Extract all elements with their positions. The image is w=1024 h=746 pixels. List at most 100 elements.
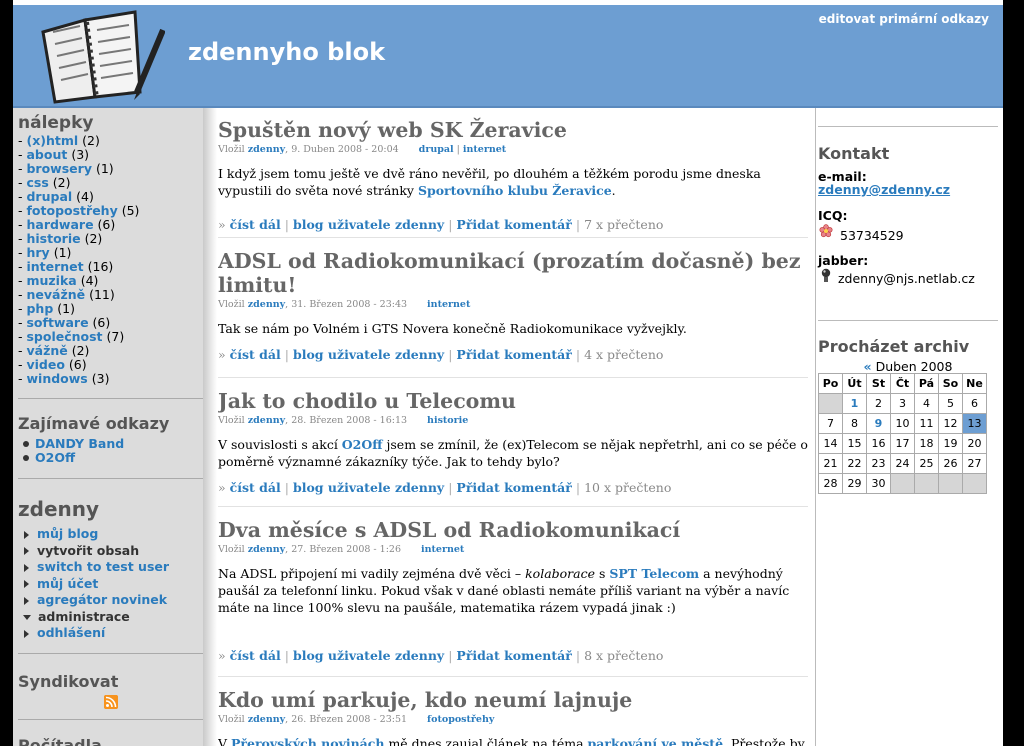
tag-link[interactable]: fotopostřehy bbox=[26, 203, 117, 218]
calendar-prev-month[interactable]: « bbox=[864, 359, 872, 374]
tag-link[interactable]: hardware bbox=[26, 217, 93, 232]
add-comment-link[interactable]: Přidat komentář bbox=[456, 347, 571, 362]
post-tag[interactable]: drupal bbox=[419, 144, 454, 155]
post-author[interactable]: zdenny bbox=[248, 144, 285, 155]
calendar-day: 1 bbox=[842, 393, 867, 414]
post-title[interactable]: Jak to chodilo u Telecomu bbox=[218, 389, 808, 413]
calendar-day-link[interactable]: 9 bbox=[875, 417, 883, 430]
calendar-weekday: So bbox=[938, 373, 963, 394]
read-more-link[interactable]: číst dál bbox=[230, 480, 281, 495]
menu-item-create-content[interactable]: vytvořit obsah bbox=[37, 543, 139, 558]
rss-feed-icon[interactable] bbox=[104, 695, 118, 709]
menu-item-logout[interactable]: odhlášení bbox=[37, 625, 105, 640]
read-more-link[interactable]: číst dál bbox=[230, 648, 281, 663]
add-comment-link[interactable]: Přidat komentář bbox=[456, 217, 571, 232]
icq-label: ICQ: bbox=[818, 208, 848, 223]
user-blog-link[interactable]: blog uživatele zdenny bbox=[293, 217, 444, 232]
tag-link[interactable]: historie bbox=[26, 231, 80, 246]
tag-link[interactable]: společnost bbox=[26, 329, 102, 344]
tag-link[interactable]: muzika bbox=[26, 273, 76, 288]
menu-item-my-account[interactable]: můj účet bbox=[37, 576, 98, 591]
post-tag[interactable]: internet bbox=[427, 299, 470, 310]
tag-item: - (x)html (2) bbox=[18, 133, 100, 148]
post-tag[interactable]: internet bbox=[463, 144, 506, 155]
add-comment-link[interactable]: Přidat komentář bbox=[456, 648, 571, 663]
calendar-day: 3 bbox=[890, 393, 915, 414]
post-title[interactable]: Kdo umí parkuje, kdo neumí lajnuje bbox=[218, 688, 808, 712]
right-sidebar: Kontakt e-mail: zdenny@zdenny.cz ICQ: 53… bbox=[818, 108, 1003, 746]
link-dandy-band[interactable]: DANDY Band bbox=[35, 436, 124, 451]
post-link[interactable]: SPT Telecom bbox=[609, 566, 699, 581]
user-blog-link[interactable]: blog uživatele zdenny bbox=[293, 347, 444, 362]
post-links: » číst dál | blog uživatele zdenny | Přidat … bbox=[218, 217, 664, 232]
read-more-link[interactable]: číst dál bbox=[230, 217, 281, 232]
site-name[interactable]: zdennyho blok bbox=[188, 38, 385, 66]
tag-item: - historie (2) bbox=[18, 231, 103, 246]
tag-link[interactable]: video bbox=[26, 357, 64, 372]
blog-post: Kdo umí parkuje, kdo neumí lajnuje Vloži… bbox=[218, 688, 808, 746]
tag-link[interactable]: (x)html bbox=[26, 133, 78, 148]
tag-link[interactable]: internet bbox=[26, 259, 83, 274]
read-more-link[interactable]: číst dál bbox=[230, 347, 281, 362]
menu-item-administration[interactable]: administrace bbox=[38, 609, 130, 624]
post-link[interactable]: O2Off bbox=[342, 437, 383, 452]
post-author[interactable]: zdenny bbox=[248, 415, 285, 426]
tag-link[interactable]: css bbox=[26, 175, 48, 190]
calendar-week: 123456 bbox=[818, 393, 987, 414]
arrow-right-icon bbox=[24, 580, 29, 588]
menu-item: switch to test user bbox=[18, 559, 169, 576]
arrow-right-icon bbox=[24, 596, 29, 605]
post-author[interactable]: zdenny bbox=[248, 714, 285, 725]
tag-link[interactable]: vážně bbox=[26, 343, 67, 358]
tag-link[interactable]: hry bbox=[26, 245, 49, 260]
tag-link[interactable]: software bbox=[26, 315, 88, 330]
post-tag[interactable]: historie bbox=[427, 415, 468, 426]
menu-item-aggregator[interactable]: agregátor novinek bbox=[37, 592, 167, 607]
post-link[interactable]: parkování ve městě bbox=[588, 736, 724, 746]
calendar-day-link[interactable]: 1 bbox=[851, 397, 859, 410]
tag-link[interactable]: windows bbox=[26, 371, 87, 386]
menu-item-my-blog[interactable]: můj blog bbox=[37, 526, 98, 541]
post-link[interactable]: Přerovských novinách bbox=[231, 736, 384, 746]
post-links: » číst dál | blog uživatele zdenny | Přidat … bbox=[218, 648, 664, 663]
post-author[interactable]: zdenny bbox=[248, 299, 285, 310]
block-divider bbox=[818, 126, 998, 127]
bullet-icon bbox=[23, 441, 29, 447]
post-tag[interactable]: internet bbox=[421, 544, 464, 555]
edit-primary-links[interactable]: editovat primární odkazy bbox=[819, 12, 989, 26]
page: zdennyho blok editovat primární odkazy n… bbox=[13, 0, 1003, 746]
list-item: DANDY Band bbox=[18, 437, 124, 451]
tag-link[interactable]: about bbox=[26, 147, 67, 162]
syndicate-block-title: Syndikovat bbox=[18, 672, 119, 691]
tag-link[interactable]: browsery bbox=[26, 161, 91, 176]
calendar-day: 4 bbox=[914, 393, 939, 414]
tag-link[interactable]: nevážně bbox=[26, 287, 85, 302]
post-divider bbox=[218, 237, 808, 238]
link-o2off[interactable]: O2Off bbox=[35, 450, 75, 465]
user-blog-link[interactable]: blog uživatele zdenny bbox=[293, 648, 444, 663]
menu-item-switch-user[interactable]: switch to test user bbox=[37, 559, 169, 574]
tag-count: (2) bbox=[82, 133, 100, 148]
add-comment-link[interactable]: Přidat komentář bbox=[456, 480, 571, 495]
jabber-id: zdenny@njs.netlab.cz bbox=[838, 271, 975, 286]
post-author[interactable]: zdenny bbox=[248, 544, 285, 555]
calendar-month: Duben 2008 bbox=[875, 359, 953, 374]
notebook-logo-icon[interactable] bbox=[25, 2, 165, 104]
post-tag[interactable]: fotopostřehy bbox=[427, 714, 494, 725]
calendar-day: 22 bbox=[842, 453, 867, 474]
tag-link[interactable]: php bbox=[26, 301, 53, 316]
calendar-day: 26 bbox=[938, 453, 963, 474]
post-title[interactable]: Spuštěn nový web SK Žeravice bbox=[218, 118, 808, 142]
post-title[interactable]: ADSL od Radiokomunikací (prozatím dočasn… bbox=[218, 249, 808, 297]
blog-post: Spuštěn nový web SK Žeravice Vložil zden… bbox=[218, 118, 808, 232]
email-link[interactable]: zdenny@zdenny.cz bbox=[818, 182, 950, 197]
post-title[interactable]: Dva měsíce s ADSL od Radiokomunikací bbox=[218, 518, 808, 542]
meta-prefix: Vložil bbox=[218, 415, 245, 426]
calendar-day: 19 bbox=[938, 433, 963, 454]
tag-count: (5) bbox=[121, 203, 140, 218]
tag-link[interactable]: drupal bbox=[26, 189, 72, 204]
post-link[interactable]: Sportovního klubu Žeravice bbox=[418, 183, 612, 198]
calendar-weekday: Čt bbox=[890, 373, 915, 394]
user-blog-link[interactable]: blog uživatele zdenny bbox=[293, 480, 444, 495]
calendar-day: 18 bbox=[914, 433, 939, 454]
